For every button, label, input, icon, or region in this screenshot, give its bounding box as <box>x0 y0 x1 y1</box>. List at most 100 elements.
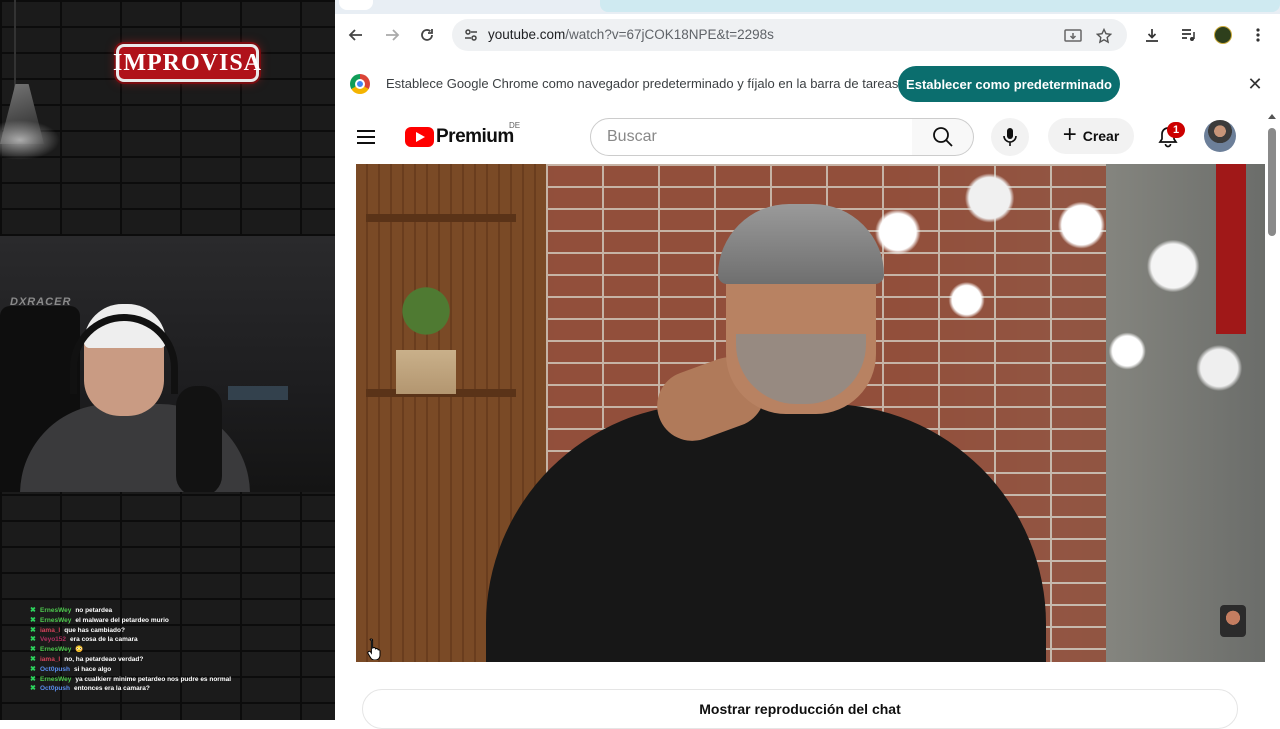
default-browser-infobar: Establece Google Chrome como navegador p… <box>335 58 1280 110</box>
close-icon[interactable]: ✕ <box>1244 73 1266 95</box>
plus-icon: + <box>1062 120 1077 148</box>
create-label: Crear <box>1082 128 1120 144</box>
youtube-header: Premium DE + Crear 1 <box>335 110 1265 164</box>
tab-strip <box>335 0 1280 14</box>
microphone-icon <box>1003 128 1017 146</box>
chat-username: ErnesWey <box>40 675 72 683</box>
search-button[interactable] <box>912 118 974 156</box>
chat-message: ✖ ErnesWey no petardea <box>30 606 330 616</box>
reload-icon <box>421 29 433 41</box>
search-input[interactable] <box>591 119 912 155</box>
microphone <box>176 386 222 492</box>
back-button[interactable] <box>343 22 369 48</box>
chat-text: no petardea <box>75 607 113 614</box>
chat-username: ErnesWey <box>40 616 72 624</box>
chat-badge-icon: ✖ <box>30 626 36 634</box>
search-icon <box>932 127 953 147</box>
chat-badge-icon: ✖ <box>30 607 36 614</box>
playlist-icon <box>1182 29 1195 41</box>
user-avatar[interactable] <box>1204 120 1236 152</box>
chat-message: ✖ ErnesWey ya cualkierr minime petardeo no… <box>30 675 330 685</box>
chat-badge-icon: ✖ <box>30 636 36 644</box>
chrome-menu-button[interactable] <box>1245 22 1271 48</box>
chat-text: entonces era la camara? <box>73 685 150 693</box>
video-plant <box>396 284 456 394</box>
tab-group-bar[interactable] <box>600 0 1280 12</box>
chat-message: ✖ Veyo152 era cosa de la camara <box>30 635 330 645</box>
chat-text: ya cualkierr minime petardeo nos pudre e… <box>75 675 232 683</box>
chat-username: ErnesWey <box>40 646 72 654</box>
webcam-feed: DXRACER <box>0 236 335 492</box>
scroll-up-arrow-icon[interactable] <box>1268 114 1276 119</box>
youtube-play-icon <box>405 127 434 147</box>
reload-button[interactable] <box>414 22 440 48</box>
download-button[interactable] <box>1139 22 1165 48</box>
chat-text: no, ha petardeao verdad? <box>64 655 144 663</box>
media-controls-button[interactable] <box>1175 22 1201 48</box>
chat-message: ✖ ErnesWey el malware del petardeo murio <box>30 616 330 626</box>
infobar-message: Establece Google Chrome como navegador p… <box>386 76 899 91</box>
chat-badge-icon: ✖ <box>30 646 36 654</box>
chat-text: que has cambiado? <box>64 626 125 634</box>
video-red-cabinet <box>1216 164 1246 334</box>
site-info-icon[interactable] <box>460 24 482 46</box>
search-field[interactable] <box>590 118 913 156</box>
chat-username: Oct0push <box>40 685 70 693</box>
profile-button[interactable] <box>1210 22 1236 48</box>
create-button[interactable]: + Crear <box>1048 118 1134 154</box>
chat-text: el malware del petardeo murio <box>75 616 169 624</box>
chat-username: Veyo152 <box>40 636 67 644</box>
bookmark-star-icon[interactable] <box>1093 25 1115 47</box>
hamburger-menu-icon[interactable] <box>357 124 383 150</box>
chat-badge-icon: ✖ <box>30 655 36 663</box>
chair-brand-label: DXRACER <box>10 296 72 308</box>
chat-message: ✖ iama_l que has cambiado? <box>30 626 330 636</box>
chat-badge-icon: ✖ <box>30 616 36 624</box>
video-player[interactable] <box>356 164 1265 662</box>
url-path: /watch?v=67jCOK18NPE&t=2298s <box>565 27 774 42</box>
channel-watermark[interactable] <box>1220 605 1246 637</box>
chat-text: era cosa de la camara <box>70 636 138 644</box>
stream-overlay: IMPROVISA DXRACER ✖ ErnesWey no petardea ✖ E… <box>0 0 335 720</box>
lamp-cord <box>14 0 16 90</box>
chat-badge-icon: ✖ <box>30 675 36 683</box>
chat-message: ✖ ErnesWey 😳 <box>30 645 330 655</box>
chat-message: ✖ iama_l no, ha petardeao verdad? <box>30 655 330 665</box>
show-chat-replay-button[interactable]: Mostrar reproducción del chat <box>362 689 1238 729</box>
video-shelf <box>366 214 516 222</box>
active-tab[interactable] <box>339 0 373 10</box>
mouse-cursor-icon <box>367 638 381 660</box>
chrome-logo-icon <box>350 74 370 94</box>
background-lamp <box>228 386 288 400</box>
scroll-thumb[interactable] <box>1268 128 1276 236</box>
arrow-left-icon <box>348 29 362 41</box>
install-app-icon[interactable] <box>1062 25 1084 47</box>
forward-button[interactable] <box>379 22 405 48</box>
url-text[interactable]: youtube.com/watch?v=67jCOK18NPE&t=2298s <box>488 27 774 42</box>
improvisa-sign: IMPROVISA <box>113 44 261 82</box>
browser-window: youtube.com/watch?v=67jCOK18NPE&t=2298s … <box>335 0 1280 729</box>
kebab-menu-icon <box>1256 28 1260 42</box>
region-code: DE <box>509 121 521 130</box>
stream-chat: ✖ ErnesWey no petardea ✖ ErnesWey el malware … <box>30 606 330 694</box>
page-scrollbar[interactable] <box>1265 110 1280 720</box>
set-default-button[interactable]: Establecer como predeterminado <box>898 66 1120 102</box>
profile-avatar <box>1214 26 1232 44</box>
chat-username: ErnesWey <box>40 607 72 614</box>
chat-message: ✖ Oct0push entonces era la camara? <box>30 684 330 694</box>
chat-username: Oct0push <box>40 665 70 673</box>
chat-username: iama_l <box>40 655 61 663</box>
address-bar[interactable]: youtube.com/watch?v=67jCOK18NPE&t=2298s <box>452 19 1127 51</box>
notification-count-badge: 1 <box>1167 122 1185 138</box>
browser-toolbar: youtube.com/watch?v=67jCOK18NPE&t=2298s <box>335 14 1280 56</box>
arrow-right-icon <box>386 29 400 41</box>
chat-username: iama_l <box>40 626 61 634</box>
voice-search-button[interactable] <box>991 118 1029 156</box>
url-host: youtube.com <box>488 27 566 42</box>
download-icon <box>1146 29 1158 42</box>
chat-badge-icon: ✖ <box>30 665 36 673</box>
logo-text: Premium <box>436 126 514 147</box>
youtube-premium-logo[interactable]: Premium DE <box>405 121 520 148</box>
chat-message: ✖ Oct0push si hace algo <box>30 665 330 675</box>
chat-badge-icon: ✖ <box>30 685 36 693</box>
